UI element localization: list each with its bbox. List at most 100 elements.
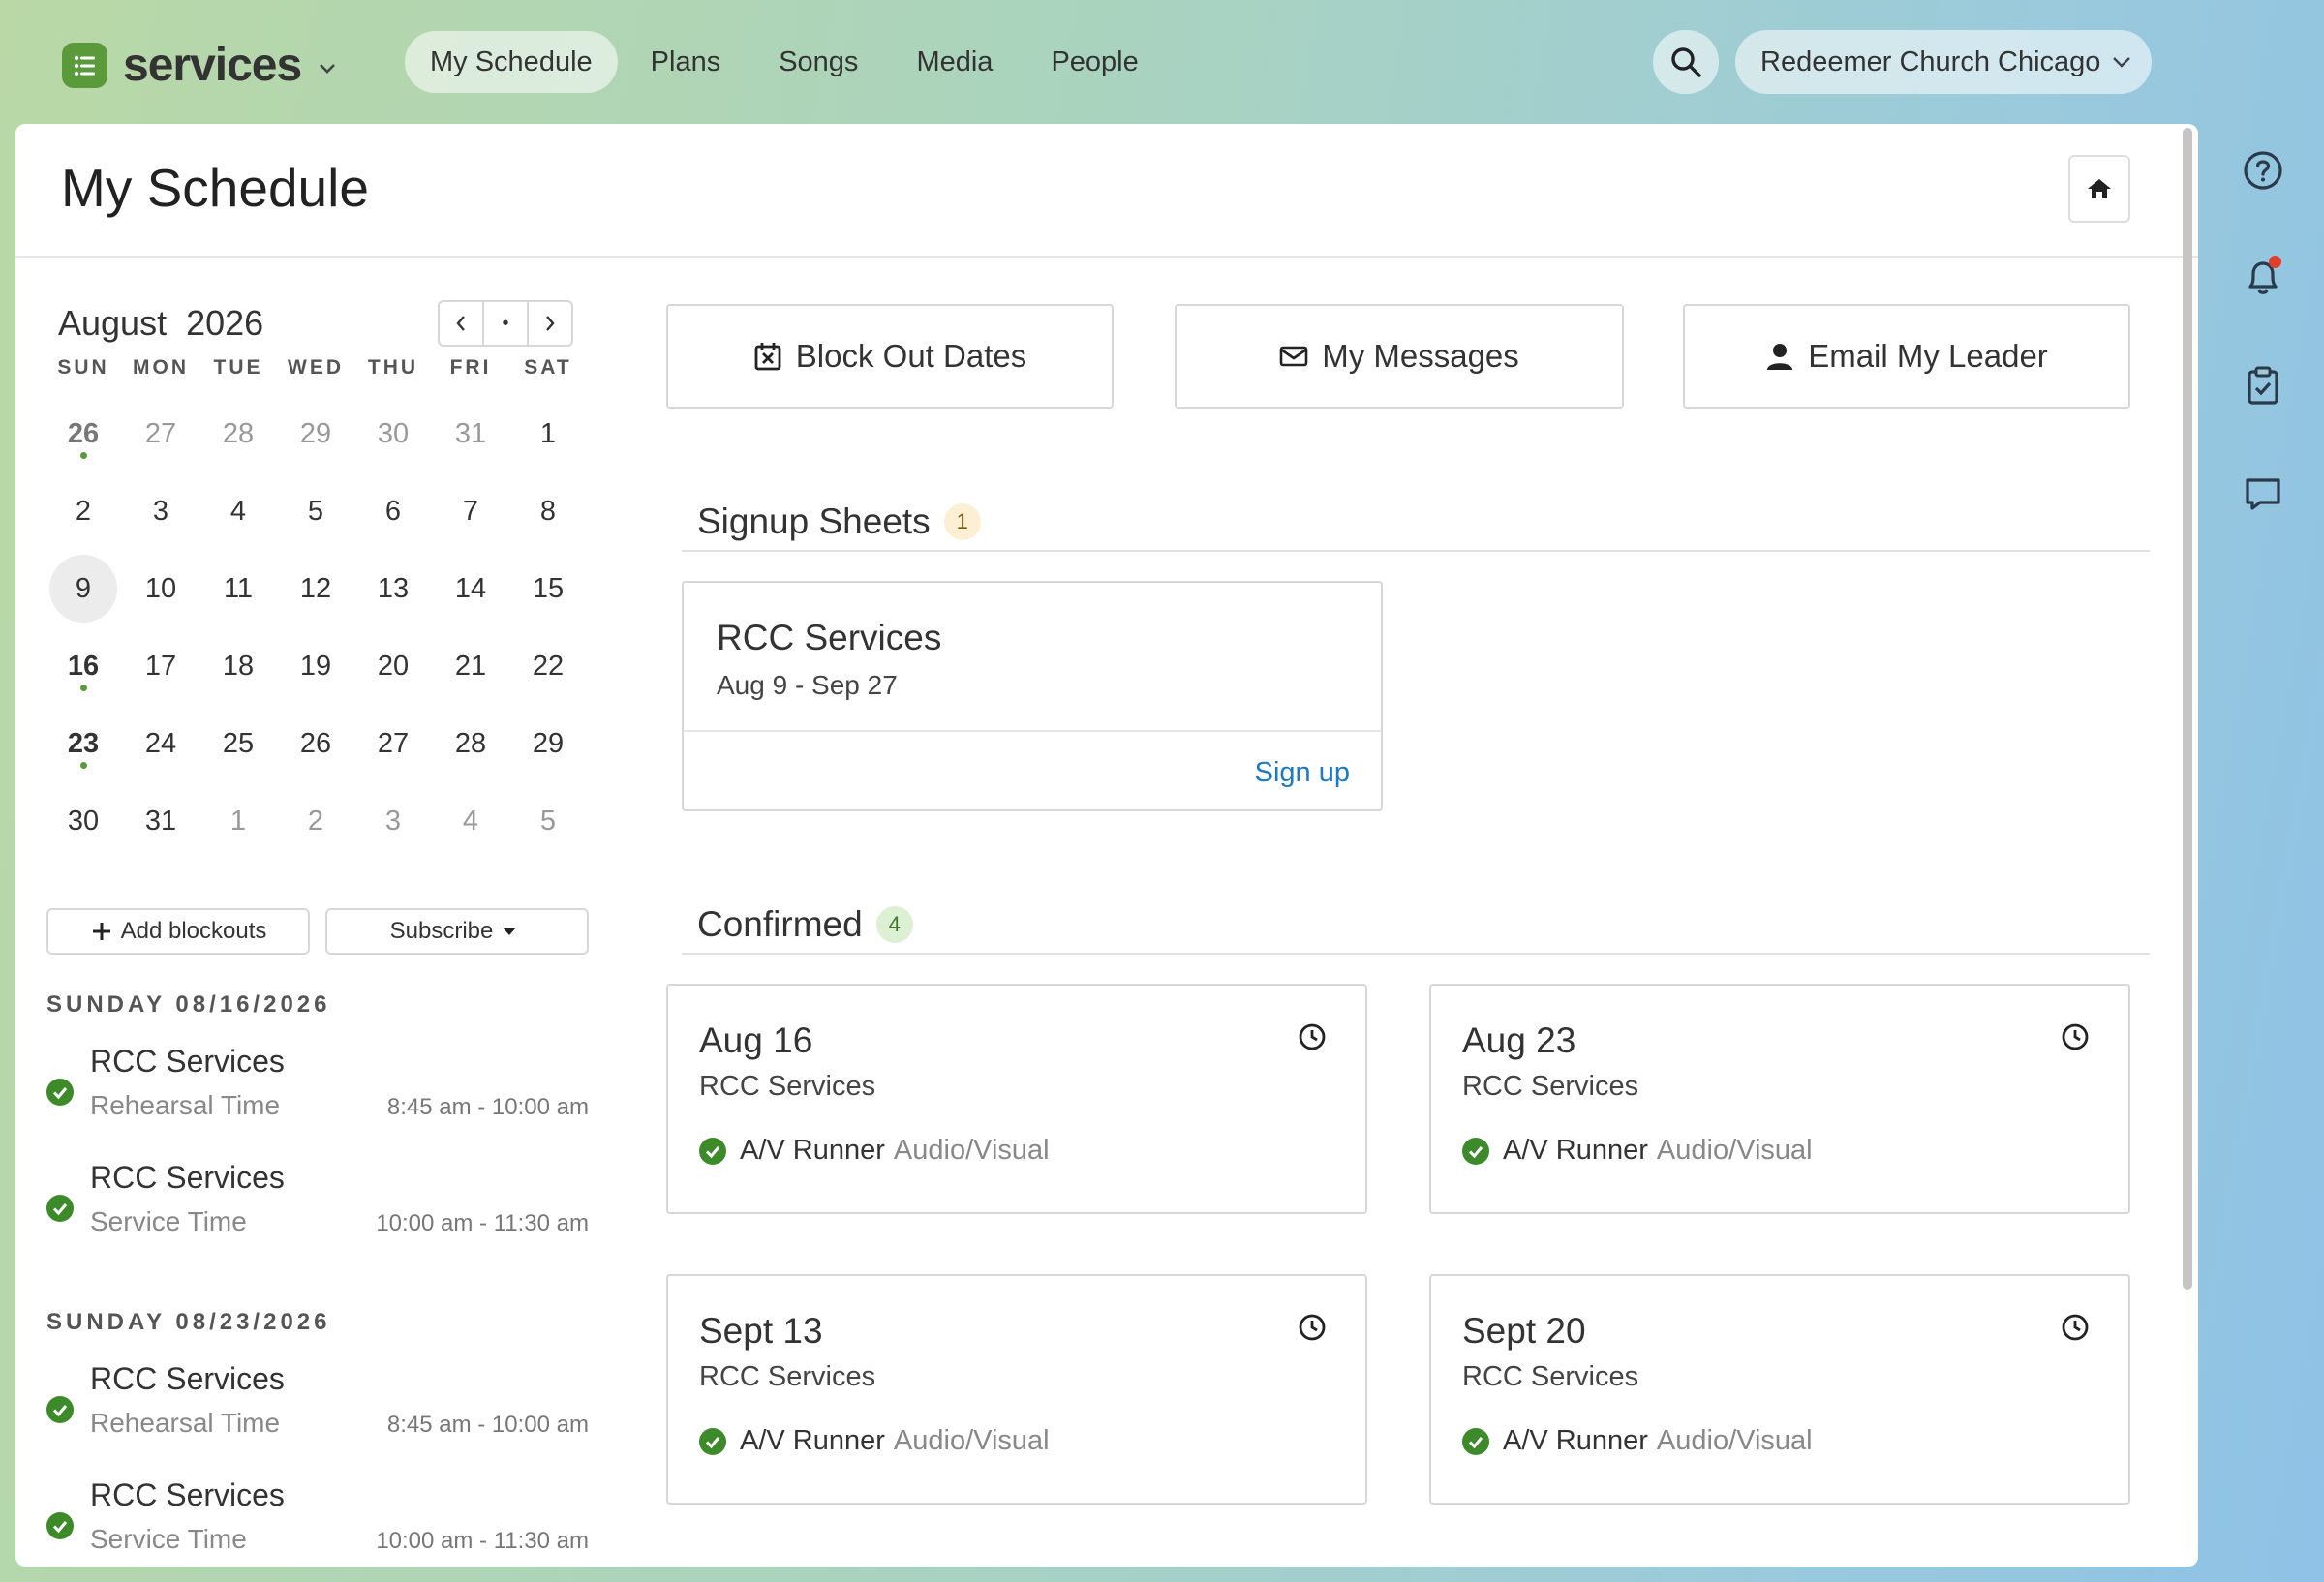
block-out-dates-button[interactable]: Block Out Dates xyxy=(666,304,1114,409)
calendar-day[interactable]: 28 xyxy=(199,395,277,472)
confirmed-team: Audio/Visual xyxy=(893,1135,1050,1166)
confirmed-count-badge: 4 xyxy=(875,906,913,943)
calendar-day-number: 18 xyxy=(222,650,255,682)
calendar-day[interactable]: 17 xyxy=(122,627,199,705)
calendar-day[interactable]: 29 xyxy=(277,395,354,472)
calendar-day-number: 3 xyxy=(384,805,402,837)
calendar-next-button[interactable] xyxy=(529,302,571,345)
calendar-day[interactable]: 18 xyxy=(199,627,277,705)
calendar-day-number: 29 xyxy=(532,727,565,759)
calendar-day[interactable]: 28 xyxy=(432,705,509,782)
block-out-dates-label: Block Out Dates xyxy=(795,338,1027,374)
calendar-day[interactable]: 21 xyxy=(432,627,509,705)
weekday-label: MON xyxy=(133,356,189,379)
email-my-leader-button[interactable]: Email My Leader xyxy=(1683,304,2130,409)
confirmed-card[interactable]: Aug 16 RCC Services A/V Runner Audio/Vis… xyxy=(666,984,1367,1214)
clock-icon[interactable] xyxy=(1298,1313,1327,1342)
calendar-day[interactable]: 23 xyxy=(45,705,122,782)
chat-icon[interactable] xyxy=(2240,471,2286,517)
calendar-week: 16 17 18 19 20 21 22 xyxy=(45,627,587,705)
calendar-day[interactable]: 29 xyxy=(509,705,587,782)
schedule-item[interactable]: RCC Services Rehearsal Time 8:45 am - 10… xyxy=(46,1361,589,1468)
calendar-grid: SUN MON TUE WED THU FRI SAT 26 27 28 29 … xyxy=(45,356,587,860)
confirmed-date: Aug 23 xyxy=(1462,1020,1576,1060)
calendar-day[interactable]: 5 xyxy=(277,472,354,550)
calendar-day[interactable]: 26 xyxy=(45,395,122,472)
calendar-day[interactable]: 13 xyxy=(354,550,432,627)
notification-bell-icon[interactable] xyxy=(2240,254,2286,300)
calendar-day[interactable]: 1 xyxy=(509,395,587,472)
chevron-right-icon xyxy=(546,316,555,331)
calendar-day[interactable]: 5 xyxy=(509,782,587,860)
calendar-day[interactable]: 10 xyxy=(122,550,199,627)
calendar-prev-button[interactable] xyxy=(440,302,484,345)
calendar-day[interactable]: 3 xyxy=(122,472,199,550)
calendar-day[interactable]: 27 xyxy=(122,395,199,472)
confirmed-check-icon xyxy=(1462,1427,1489,1455)
schedule-item[interactable]: RCC Services Service Time 10:00 am - 11:… xyxy=(46,1477,589,1567)
calendar-day[interactable]: 4 xyxy=(432,782,509,860)
app-switcher[interactable]: services xyxy=(62,39,336,92)
search-button[interactable] xyxy=(1653,30,1719,94)
calendar-day[interactable]: 7 xyxy=(432,472,509,550)
calendar-day[interactable]: 14 xyxy=(432,550,509,627)
calendar-day[interactable]: 1 xyxy=(199,782,277,860)
calendar-day[interactable]: 6 xyxy=(354,472,432,550)
calendar-day[interactable]: 22 xyxy=(509,627,587,705)
calendar-day[interactable]: 8 xyxy=(509,472,587,550)
schedule-item[interactable]: RCC Services Rehearsal Time 8:45 am - 10… xyxy=(46,1044,589,1150)
calendar-day[interactable]: 26 xyxy=(277,705,354,782)
clock-icon[interactable] xyxy=(2061,1313,2090,1342)
weekday-label: WED xyxy=(288,356,344,379)
help-icon[interactable] xyxy=(2240,147,2286,194)
confirmed-card[interactable]: Aug 23 RCC Services A/V Runner Audio/Vis… xyxy=(1429,984,2130,1214)
calendar-day[interactable]: 12 xyxy=(277,550,354,627)
calendar-day[interactable]: 11 xyxy=(199,550,277,627)
organization-switcher[interactable]: Redeemer Church Chicago xyxy=(1735,30,2152,94)
calendar-day[interactable]: 31 xyxy=(122,782,199,860)
sign-up-link[interactable]: Sign up xyxy=(1255,757,1350,789)
add-blockouts-button[interactable]: Add blockouts xyxy=(46,908,310,955)
confirmed-header: Confirmed 4 xyxy=(682,897,2150,955)
confirmed-check-icon xyxy=(46,1512,74,1539)
calendar-day-today[interactable]: 9 xyxy=(45,550,122,627)
nav-people[interactable]: People xyxy=(1025,31,1163,93)
calendar-day[interactable]: 4 xyxy=(199,472,277,550)
calendar-day[interactable]: 30 xyxy=(354,395,432,472)
calendar-day-number: 4 xyxy=(229,495,247,527)
calendar-day[interactable]: 24 xyxy=(122,705,199,782)
calendar-day-number: 29 xyxy=(299,417,332,449)
nav-songs[interactable]: Songs xyxy=(753,31,883,93)
calendar-day[interactable]: 25 xyxy=(199,705,277,782)
subscribe-button[interactable]: Subscribe xyxy=(325,908,589,955)
my-messages-button[interactable]: My Messages xyxy=(1175,304,1624,409)
schedule-item[interactable]: RCC Services Service Time 10:00 am - 11:… xyxy=(46,1160,589,1266)
schedule-item-time-type: Service Time xyxy=(90,1206,247,1236)
calendar-today-button[interactable]: • xyxy=(484,302,529,345)
calendar-day[interactable]: 31 xyxy=(432,395,509,472)
clock-icon[interactable] xyxy=(1298,1022,1327,1051)
calendar-day[interactable]: 16 xyxy=(45,627,122,705)
scrollbar[interactable] xyxy=(2183,128,2192,1290)
calendar-day[interactable]: 27 xyxy=(354,705,432,782)
nav-my-schedule[interactable]: My Schedule xyxy=(405,31,618,93)
calendar-day[interactable]: 2 xyxy=(45,472,122,550)
home-button[interactable] xyxy=(2068,155,2130,223)
confirmed-card[interactable]: Sept 13 RCC Services A/V Runner Audio/Vi… xyxy=(666,1274,1367,1505)
confirmed-date: Aug 16 xyxy=(699,1020,813,1060)
clock-icon[interactable] xyxy=(2061,1022,2090,1051)
page-title: My Schedule xyxy=(61,158,369,218)
calendar-day-number: 25 xyxy=(222,727,255,759)
calendar-day[interactable]: 30 xyxy=(45,782,122,860)
calendar-day[interactable]: 3 xyxy=(354,782,432,860)
nav-plans[interactable]: Plans xyxy=(626,31,747,93)
confirmed-check-icon xyxy=(46,1396,74,1423)
calendar-day[interactable]: 15 xyxy=(509,550,587,627)
confirmed-card[interactable]: Sept 20 RCC Services A/V Runner Audio/Vi… xyxy=(1429,1274,2130,1505)
calendar-day[interactable]: 2 xyxy=(277,782,354,860)
clipboard-check-icon[interactable] xyxy=(2240,362,2286,409)
nav-media[interactable]: Media xyxy=(891,31,1018,93)
search-icon xyxy=(1671,47,1701,77)
calendar-day[interactable]: 19 xyxy=(277,627,354,705)
calendar-day[interactable]: 20 xyxy=(354,627,432,705)
